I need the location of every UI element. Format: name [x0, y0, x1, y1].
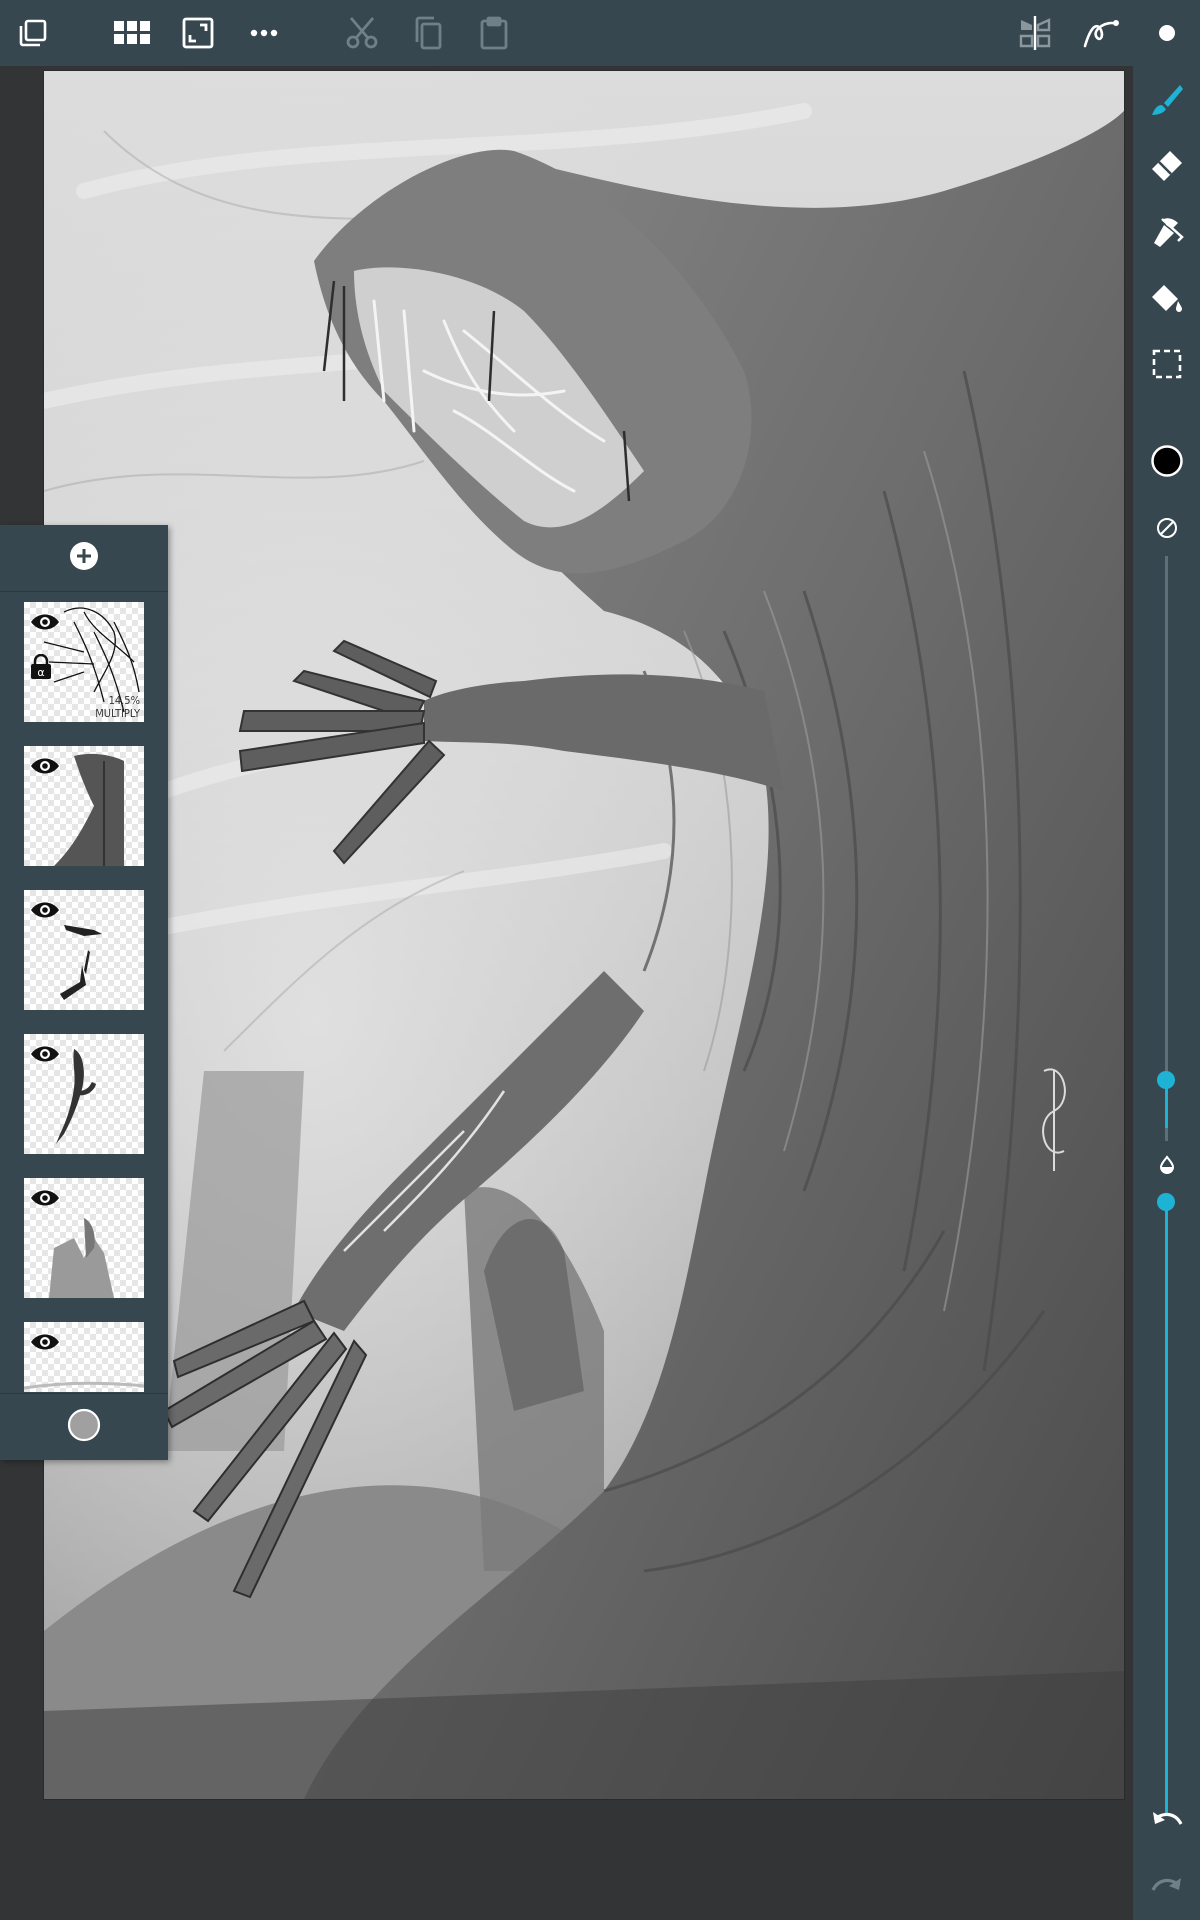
- more-icon[interactable]: [240, 9, 288, 57]
- symmetry-icon[interactable]: [1011, 9, 1059, 57]
- layer-list: α 14.5% MULTIPLY: [0, 592, 168, 1392]
- brush-size-slider[interactable]: [1157, 1071, 1175, 1089]
- opacity-icon: [1141, 1139, 1193, 1191]
- layers-footer: [0, 1393, 168, 1460]
- opacity-slider[interactable]: [1157, 1193, 1175, 1211]
- redo-icon[interactable]: [1141, 1862, 1193, 1914]
- layer-thumbnail[interactable]: [24, 746, 144, 866]
- svg-text:α: α: [37, 666, 44, 679]
- opacity-fill: [1165, 1202, 1168, 1814]
- layers-panel: α 14.5% MULTIPLY: [0, 525, 168, 1460]
- layer-visibility-icon[interactable]: [30, 612, 60, 636]
- layer-visibility-icon[interactable]: [30, 1044, 60, 1068]
- drawing-canvas[interactable]: [44, 71, 1124, 1799]
- stroke-stabilizer-icon[interactable]: [1077, 9, 1125, 57]
- color-swatch[interactable]: [1141, 435, 1193, 487]
- layer-opacity-label: 14.5%: [108, 694, 140, 707]
- background-color-swatch[interactable]: [67, 1408, 101, 1446]
- layer-thumbnail[interactable]: [24, 1322, 144, 1392]
- fit-screen-icon[interactable]: [174, 9, 222, 57]
- layer-visibility-icon[interactable]: [30, 900, 60, 924]
- layers-icon[interactable]: [9, 9, 57, 57]
- layers-header: [0, 525, 168, 592]
- artwork: [44, 71, 1124, 1799]
- add-layer-icon[interactable]: [69, 541, 99, 575]
- paste-icon[interactable]: [470, 9, 518, 57]
- layer-meta: 14.5% MULTIPLY: [95, 694, 140, 720]
- layer-blend-label: MULTIPLY: [95, 707, 140, 720]
- cut-icon[interactable]: [338, 9, 386, 57]
- gallery-icon[interactable]: [108, 9, 156, 57]
- eraser-icon[interactable]: [1141, 140, 1193, 192]
- layer-visibility-icon[interactable]: [30, 756, 60, 780]
- copy-icon[interactable]: [404, 9, 452, 57]
- layer-visibility-icon[interactable]: [30, 1188, 60, 1212]
- alpha-lock-icon[interactable]: α: [30, 653, 52, 684]
- layer-thumbnail[interactable]: [24, 1034, 144, 1154]
- undo-icon[interactable]: [1141, 1796, 1193, 1848]
- top-toolbar: [0, 0, 1200, 66]
- brush-icon[interactable]: [1141, 74, 1193, 126]
- brush-size-track[interactable]: [1165, 556, 1168, 1141]
- brush-settings-icon[interactable]: [1141, 502, 1193, 554]
- smudge-icon[interactable]: [1141, 206, 1193, 258]
- selection-icon[interactable]: [1141, 338, 1193, 390]
- fill-icon[interactable]: [1141, 272, 1193, 324]
- tool-rail: [1133, 66, 1200, 1920]
- brush-size-dot-icon[interactable]: [1143, 9, 1191, 57]
- layer-thumbnail[interactable]: [24, 1178, 144, 1298]
- layer-thumbnail[interactable]: [24, 890, 144, 1010]
- layer-visibility-icon[interactable]: [30, 1332, 60, 1356]
- layer-thumbnail[interactable]: α 14.5% MULTIPLY: [24, 602, 144, 722]
